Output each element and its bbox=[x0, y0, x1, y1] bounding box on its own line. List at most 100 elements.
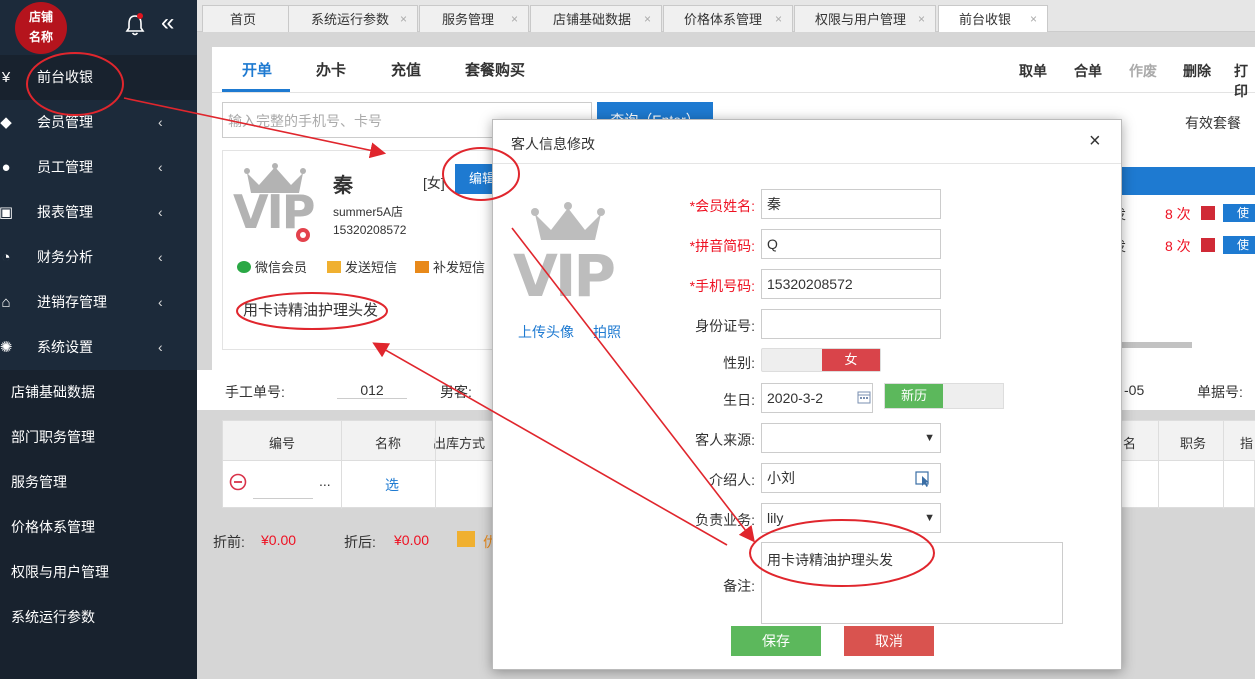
close-icon[interactable]: × bbox=[918, 6, 925, 33]
sidebar-item-inventory[interactable]: ⌂ 进销存管理 ‹ bbox=[0, 280, 197, 325]
pinyin-label: *拼音简码: bbox=[689, 238, 755, 254]
sidebar-item-label: 系统设置 bbox=[37, 339, 93, 355]
sidebar-item-reports[interactable]: ▣ 报表管理 ‹ bbox=[0, 190, 197, 235]
print-button[interactable]: 打印 bbox=[1234, 61, 1255, 101]
select-item-link[interactable]: 选 bbox=[385, 475, 399, 495]
item-code-input[interactable] bbox=[253, 481, 313, 499]
tab-label: 系统运行参数 bbox=[311, 12, 390, 27]
sidebar-item-finance[interactable]: ◔ 财务分析 ‹ bbox=[0, 235, 197, 280]
collapse-sidebar-icon[interactable]: « bbox=[161, 10, 174, 36]
id-card-field[interactable] bbox=[761, 309, 941, 339]
coupon-icon bbox=[457, 531, 475, 547]
referrer-field[interactable]: 小刘 bbox=[761, 463, 941, 493]
sidebar-sub-label: 服务管理 bbox=[11, 474, 67, 490]
tab-open-order[interactable]: 开单 bbox=[242, 59, 272, 80]
close-icon[interactable]: × bbox=[1089, 130, 1101, 153]
sidebar-item-cashier[interactable]: ¥ 前台收银 bbox=[0, 55, 197, 100]
name-field[interactable]: 秦 bbox=[761, 189, 941, 219]
guest-label: 男客: bbox=[440, 384, 472, 400]
column-header: 编号 bbox=[269, 436, 296, 451]
tab-services[interactable]: 服务管理 × bbox=[419, 5, 529, 32]
close-icon[interactable]: × bbox=[511, 6, 518, 33]
calendar-type-toggle[interactable]: 新历 bbox=[884, 383, 1004, 409]
tab-store-data[interactable]: 店铺基础数据 × bbox=[530, 5, 662, 32]
take-order-button[interactable]: 取单 bbox=[1019, 61, 1047, 81]
use-package-button[interactable]: 使 bbox=[1223, 204, 1255, 222]
sidebar-sub-permissions[interactable]: 权限与用户管理 bbox=[0, 550, 197, 595]
resend-sms-link[interactable]: 补发短信 bbox=[415, 257, 485, 276]
member-note: 用卡诗精油护理头发 bbox=[243, 302, 379, 319]
phone-label: *手机号码: bbox=[689, 278, 755, 294]
sidebar-sub-departments[interactable]: 部门职务管理 bbox=[0, 415, 197, 460]
source-select[interactable]: ▼ bbox=[761, 423, 941, 453]
pinyin-field[interactable]: Q bbox=[761, 229, 941, 259]
item-more-button[interactable]: ... bbox=[319, 473, 331, 489]
tab-label: 权限与用户管理 bbox=[815, 12, 907, 27]
name-label: *会员姓名: bbox=[689, 198, 755, 214]
sidebar-header: 店铺 名称 « bbox=[0, 0, 197, 55]
sex-selected: 女 bbox=[822, 349, 880, 371]
void-button[interactable]: 作废 bbox=[1129, 61, 1157, 81]
send-sms-link[interactable]: 发送短信 bbox=[327, 257, 397, 276]
tab-system-params[interactable]: 系统运行参数 × bbox=[288, 5, 418, 32]
vip-text: VIP bbox=[233, 185, 315, 239]
close-icon[interactable]: × bbox=[400, 6, 407, 33]
valid-packages-label: 有效套餐 bbox=[1185, 115, 1241, 131]
sidebar-item-label: 员工管理 bbox=[37, 159, 93, 175]
cancel-button[interactable]: 取消 bbox=[844, 626, 934, 656]
tab-cashier[interactable]: 前台收银 × bbox=[938, 5, 1048, 32]
id-label: 身份证号: bbox=[695, 318, 755, 334]
logo-line-1: 店铺 bbox=[28, 10, 53, 24]
gear-icon: ✺ bbox=[0, 339, 13, 356]
column-divider bbox=[435, 421, 436, 509]
gift-icon bbox=[1201, 238, 1215, 252]
sex-toggle[interactable]: 女 bbox=[761, 348, 881, 372]
tab-bar: 首页 系统运行参数 × 服务管理 × 店铺基础数据 × 价格体系管理 × 权限与用户管理… bbox=[197, 0, 1255, 32]
upload-avatar-link[interactable]: 上传头像 bbox=[518, 322, 574, 342]
sidebar-sub-services[interactable]: 服务管理 bbox=[0, 460, 197, 505]
close-icon[interactable]: × bbox=[775, 6, 782, 33]
column-header: 出库方式 bbox=[433, 436, 486, 451]
sidebar-item-staff[interactable]: ● 员工管理 ‹ bbox=[0, 145, 197, 190]
tab-package-purchase[interactable]: 套餐购买 bbox=[465, 59, 525, 80]
calendar-icon[interactable] bbox=[857, 390, 871, 404]
pick-referrer-icon[interactable] bbox=[915, 471, 931, 487]
tab-issue-card[interactable]: 办卡 bbox=[316, 59, 346, 80]
store-logo: 店铺 名称 bbox=[15, 2, 67, 54]
sidebar-sub-store-data[interactable]: 店铺基础数据 bbox=[0, 370, 197, 415]
tab-home[interactable]: 首页 bbox=[202, 5, 290, 32]
sidebar-sub-pricing[interactable]: 价格体系管理 bbox=[0, 505, 197, 550]
tab-pricing[interactable]: 价格体系管理 × bbox=[663, 5, 793, 32]
close-icon[interactable]: × bbox=[1030, 6, 1037, 33]
sidebar-item-label: 进销存管理 bbox=[37, 294, 107, 310]
manual-no-input[interactable]: 012 bbox=[337, 382, 407, 399]
horizontal-scrollbar[interactable] bbox=[1110, 342, 1192, 348]
staff-select[interactable]: lily ▼ bbox=[761, 503, 941, 533]
before-discount-label: 折前: bbox=[213, 534, 245, 550]
member-name: 秦 bbox=[333, 175, 353, 197]
referrer-label: 介绍人: bbox=[709, 472, 755, 488]
sidebar-item-members[interactable]: ◆ 会员管理 ‹ bbox=[0, 100, 197, 145]
sidebar-sub-system-params[interactable]: 系统运行参数 bbox=[0, 595, 197, 640]
tab-recharge[interactable]: 充值 bbox=[391, 59, 421, 80]
sidebar-item-settings[interactable]: ✺ 系统设置 ‹ bbox=[0, 325, 197, 370]
delete-button[interactable]: 删除 bbox=[1183, 61, 1211, 81]
birthday-label: 生日: bbox=[723, 392, 755, 408]
merge-order-button[interactable]: 合单 bbox=[1074, 61, 1102, 81]
date-value[interactable]: -05 bbox=[1124, 382, 1144, 398]
customer-edit-dialog: 客人信息修改 × VIP 上传头像 拍照 *会员姓名: 秦 *拼音简码: Q *… bbox=[492, 119, 1122, 670]
dialog-header: 客人信息修改 × bbox=[493, 120, 1121, 164]
manual-no-label: 手工单号: bbox=[225, 384, 285, 400]
package-row: 发 8 次 使 bbox=[1113, 236, 1255, 270]
tab-label: 店铺基础数据 bbox=[553, 12, 632, 27]
save-button[interactable]: 保存 bbox=[731, 626, 821, 656]
wechat-member-link[interactable]: 微信会员 bbox=[237, 257, 307, 276]
tab-permissions[interactable]: 权限与用户管理 × bbox=[794, 5, 936, 32]
staff-value: lily bbox=[767, 510, 784, 526]
close-icon[interactable]: × bbox=[644, 6, 651, 33]
use-package-button[interactable]: 使 bbox=[1223, 236, 1255, 254]
remove-row-icon[interactable] bbox=[229, 473, 247, 491]
sidebar-sub-label: 部门职务管理 bbox=[11, 429, 95, 445]
note-textarea[interactable]: 用卡诗精油护理头发 bbox=[761, 542, 1063, 624]
phone-field[interactable]: 15320208572 bbox=[761, 269, 941, 299]
